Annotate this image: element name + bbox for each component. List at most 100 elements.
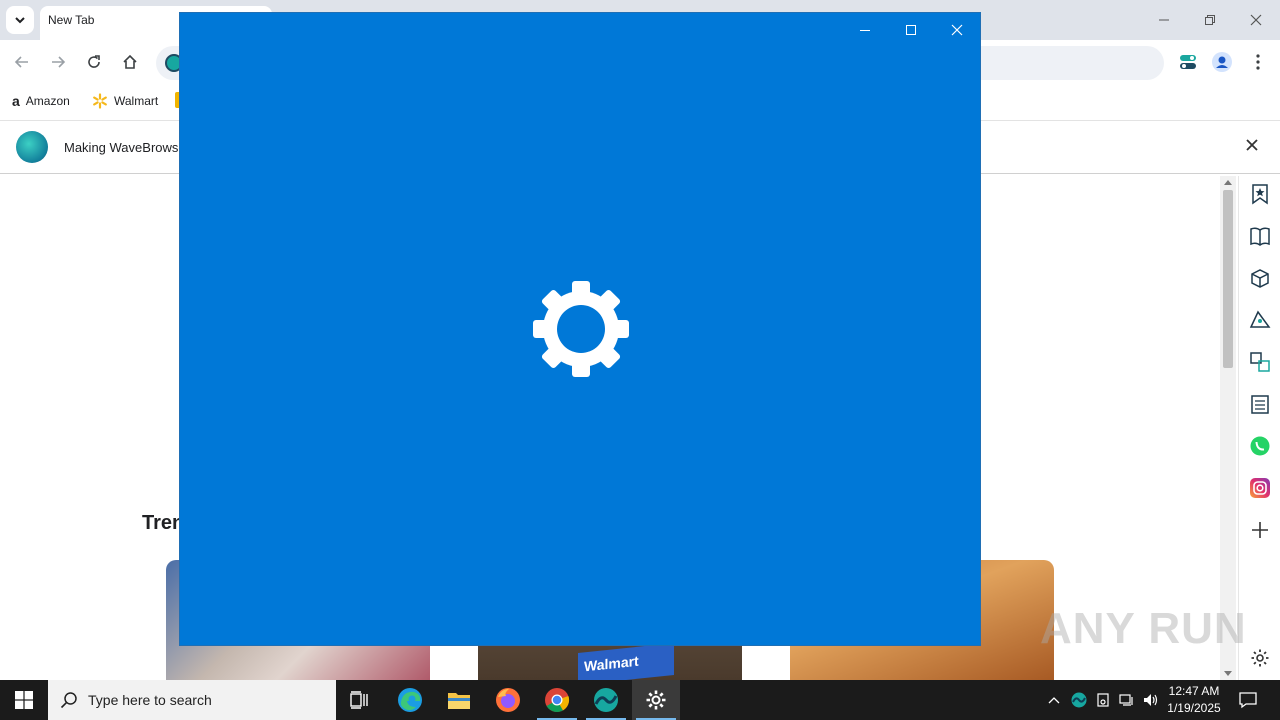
search-placeholder: Type here to search	[88, 692, 212, 708]
trending-heading: Tren	[142, 512, 185, 534]
tray-overflow-button[interactable]	[1044, 690, 1064, 710]
bookmark-icon	[1252, 184, 1268, 205]
maximize-icon	[906, 25, 916, 35]
whatsapp-icon	[1250, 436, 1270, 456]
firefox-icon	[496, 688, 520, 712]
amazon-icon: a	[12, 93, 20, 109]
settings-icon	[1251, 649, 1269, 667]
reload-button[interactable]	[82, 50, 106, 74]
wavebrowser-tray-icon	[1071, 692, 1087, 708]
bookmark-label: Amazon	[25, 94, 70, 108]
minimize-icon	[1159, 19, 1169, 21]
close-icon	[951, 24, 963, 36]
side-instagram-button[interactable]	[1248, 476, 1272, 500]
notification-icon	[1239, 692, 1257, 709]
walmart-icon	[93, 93, 107, 109]
avatar-icon	[1212, 52, 1232, 72]
side-whatsapp-button[interactable]	[1248, 434, 1272, 458]
side-translate-button[interactable]	[1248, 350, 1272, 374]
windows-taskbar: Type here to search 12:47 AM 1/19/2025	[0, 680, 1280, 720]
shopping-tag-icon	[1249, 310, 1271, 328]
arrow-right-icon	[52, 56, 66, 68]
browser-minimize-button[interactable]	[1152, 8, 1176, 32]
package-icon	[1251, 269, 1269, 288]
side-notes-button[interactable]	[1248, 392, 1272, 416]
search-icon	[60, 692, 77, 709]
close-icon	[1246, 139, 1258, 151]
settings-gear-icon	[531, 279, 631, 379]
profile-button[interactable]	[1210, 50, 1234, 74]
kebab-menu-icon	[1256, 54, 1260, 70]
chevron-down-icon	[15, 17, 25, 24]
splash-maximize-button[interactable]	[894, 19, 928, 41]
edge-icon	[398, 688, 422, 712]
scrollbar-thumb[interactable]	[1223, 190, 1233, 368]
bookmark-amazon[interactable]: a Amazon	[12, 93, 70, 109]
tray-network[interactable]	[1117, 690, 1137, 710]
volume-icon	[1144, 694, 1158, 706]
taskbar-search-box[interactable]: Type here to search	[48, 680, 336, 720]
notes-icon	[1251, 395, 1269, 414]
instagram-icon	[1250, 478, 1270, 498]
arrow-left-icon	[14, 56, 28, 68]
action-center-button[interactable]	[1238, 690, 1258, 710]
minimize-icon	[860, 30, 870, 31]
home-icon	[123, 54, 137, 69]
scroll-down-icon	[1224, 671, 1232, 676]
restore-icon	[1205, 15, 1215, 25]
taskbar-wavebrowser[interactable]	[582, 680, 630, 720]
home-button[interactable]	[118, 50, 142, 74]
splash-minimize-button[interactable]	[848, 19, 882, 41]
task-view-button[interactable]	[336, 680, 384, 720]
clock-date: 1/19/2025	[1167, 701, 1221, 715]
card-text: Walmart	[584, 652, 639, 675]
side-package-button[interactable]	[1248, 266, 1272, 290]
taskbar-edge[interactable]	[386, 680, 434, 720]
bookmark-walmart[interactable]: Walmart	[92, 93, 158, 109]
taskbar-settings[interactable]	[632, 680, 680, 720]
add-icon	[1252, 522, 1268, 538]
browser-menu-button[interactable]	[1246, 50, 1270, 74]
settings-icon	[646, 690, 666, 710]
anyrun-watermark: ANY RUN	[1040, 604, 1247, 653]
side-add-button[interactable]	[1248, 518, 1272, 542]
toggle-extension-icon	[1180, 55, 1196, 69]
tray-volume[interactable]	[1141, 690, 1161, 710]
chrome-icon	[545, 688, 570, 713]
side-bookmark-button[interactable]	[1248, 182, 1272, 206]
taskbar-chrome[interactable]	[533, 680, 581, 720]
wavebrowser-logo-icon	[16, 131, 48, 163]
windows-logo-icon	[15, 691, 33, 709]
chevron-up-icon	[1048, 697, 1060, 704]
tray-wavebrowser[interactable]	[1069, 690, 1089, 710]
translate-icon	[1250, 352, 1270, 372]
scroll-up-icon	[1224, 180, 1232, 185]
settings-splash-window	[179, 12, 981, 646]
bookmark-label: Walmart	[114, 94, 159, 108]
wavebrowser-icon	[594, 688, 618, 712]
side-reading-button[interactable]	[1248, 224, 1272, 248]
side-shopping-button[interactable]	[1248, 308, 1272, 332]
task-view-icon	[350, 691, 368, 709]
splash-close-button[interactable]	[940, 19, 974, 41]
browser-close-button[interactable]	[1244, 8, 1268, 32]
taskbar-clock[interactable]: 12:47 AM 1/19/2025	[1160, 683, 1228, 717]
clock-time: 12:47 AM	[1168, 684, 1220, 698]
taskbar-file-explorer[interactable]	[435, 680, 483, 720]
tab-title: New Tab	[48, 13, 95, 27]
infobar-message: Making WaveBrowser	[64, 140, 190, 155]
side-settings-button[interactable]	[1248, 646, 1272, 670]
back-button[interactable]	[10, 50, 34, 74]
taskbar-firefox[interactable]	[484, 680, 532, 720]
extensions-button[interactable]	[1176, 50, 1200, 74]
infobar-close-button[interactable]	[1246, 139, 1262, 155]
tray-device[interactable]	[1093, 690, 1113, 710]
device-icon	[1097, 693, 1109, 707]
walmart-package: Walmart	[578, 642, 674, 680]
close-icon	[1250, 14, 1262, 26]
tab-search-button[interactable]	[6, 6, 34, 34]
start-button[interactable]	[0, 680, 48, 720]
network-icon	[1119, 694, 1133, 706]
forward-button[interactable]	[46, 50, 70, 74]
browser-restore-button[interactable]	[1198, 8, 1222, 32]
